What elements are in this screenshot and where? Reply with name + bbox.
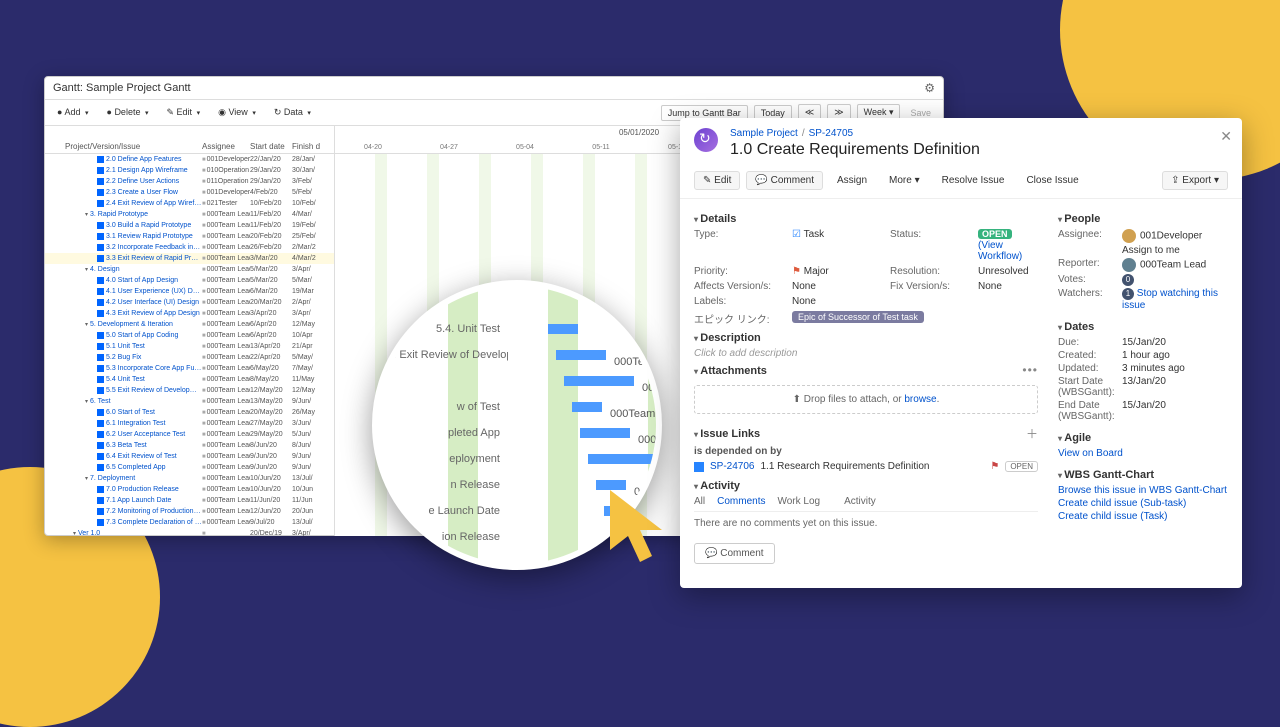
tree-row[interactable]: 6.1 Integration Test000Team Lead27/May/2…	[45, 418, 334, 429]
tree-row[interactable]: 6.4 Exit Review of Test000Team Lead9/Jun…	[45, 451, 334, 462]
wbs-link-1[interactable]: Browse this issue in WBS Gantt-Chart	[1058, 485, 1228, 496]
tree-row[interactable]: ▾Ver 1.020/Dec/193/Apr/	[45, 528, 334, 536]
tree-row[interactable]: 4.2 User Interface (UI) Design000Team Le…	[45, 297, 334, 308]
tree-row[interactable]: 7.3 Complete Declaration of Releas000Tea…	[45, 517, 334, 528]
tree-row[interactable]: ▾5. Development & Iteration000Team Lead6…	[45, 319, 334, 330]
gear-icon[interactable]: ⚙	[924, 81, 935, 95]
add-comment-button[interactable]: 💬 Comment	[694, 543, 775, 564]
wbs-heading[interactable]: WBS Gantt-Chart	[1058, 469, 1228, 481]
tree-row[interactable]: 2.2 Define User Actions011Operation29/Ja…	[45, 176, 334, 187]
tab-activity[interactable]: Activity	[844, 496, 876, 507]
gantt-issue-tree: Project/Version/Issue Assignee Start dat…	[45, 126, 335, 536]
tree-row[interactable]: 5.5 Exit Review of Development & I000Tea…	[45, 385, 334, 396]
add-button[interactable]: ● Add	[53, 105, 93, 120]
tree-row[interactable]: 6.5 Completed App000Team Lead9/Jun/209/J…	[45, 462, 334, 473]
stop-watching[interactable]: Stop watching this issue	[1122, 288, 1218, 311]
tree-row[interactable]: 2.0 Define App Features001Developer22/Ja…	[45, 154, 334, 165]
tree-row[interactable]: 5.3 Incorporate Core App Functiona000Tea…	[45, 363, 334, 374]
avatar-icon	[1122, 258, 1136, 272]
edit-button[interactable]: ✎ Edit	[694, 171, 740, 190]
project-avatar-icon	[694, 128, 718, 152]
tree-row[interactable]: 4.1 User Experience (UX) Design000Team L…	[45, 286, 334, 297]
tree-row[interactable]: 6.0 Start of Test000Team Lead20/May/2026…	[45, 407, 334, 418]
tree-row[interactable]: 4.0 Start of App Design000Team Lead5/Mar…	[45, 275, 334, 286]
assign-button[interactable]: Assign	[829, 172, 875, 189]
data-button[interactable]: ↻ Data	[270, 105, 315, 120]
linked-issue-row[interactable]: SP-24706 1.1 Research Requirements Defin…	[694, 459, 1038, 474]
tree-row[interactable]: ▾4. Design000Team Lead5/Mar/203/Apr/	[45, 264, 334, 275]
tree-row[interactable]: 7.1 App Launch Date000Team Lead11/Jun/20…	[45, 495, 334, 506]
avatar-icon	[1122, 229, 1136, 243]
tree-row[interactable]: 2.4 Exit Review of App Wireframe021Teste…	[45, 198, 334, 209]
tree-row[interactable]: 7.0 Production Release000Team Lead10/Jun…	[45, 484, 334, 495]
agile-heading[interactable]: Agile	[1058, 432, 1228, 444]
dots-icon[interactable]: •••	[1022, 363, 1038, 377]
tree-row[interactable]: 4.3 Exit Review of App Design000Team Lea…	[45, 308, 334, 319]
edit-button[interactable]: ✎ Edit	[162, 105, 204, 120]
description-placeholder[interactable]: Click to add description	[694, 348, 1038, 359]
task-icon	[694, 462, 704, 472]
tree-row[interactable]: 2.3 Create a User Flow001Developer4/Feb/…	[45, 187, 334, 198]
gantt-title: Gantt: Sample Project Gantt	[53, 82, 191, 94]
tree-row[interactable]: 3.0 Build a Rapid Prototype000Team Lead1…	[45, 220, 334, 231]
tree-row[interactable]: 5.1 Unit Test000Team Lead13/Apr/2021/Apr	[45, 341, 334, 352]
tree-row[interactable]: 3.1 Review Rapid Prototype000Team Lead20…	[45, 231, 334, 242]
delete-button[interactable]: ● Delete	[103, 105, 153, 120]
attachments-heading[interactable]: Attachments	[694, 365, 767, 377]
tree-row[interactable]: 6.3 Beta Test000Team Lead8/Jun/208/Jun/	[45, 440, 334, 451]
resolve-button[interactable]: Resolve Issue	[934, 172, 1013, 189]
dates-heading[interactable]: Dates	[1058, 321, 1228, 333]
activity-heading[interactable]: Activity	[694, 480, 1038, 492]
col-issue[interactable]: Project/Version/Issue	[45, 142, 202, 151]
details-heading[interactable]: Details	[694, 213, 1038, 225]
issue-title: 1.0 Create Requirements Definition	[730, 141, 980, 159]
tree-row[interactable]: 3.2 Incorporate Feedback into Rapi...000…	[45, 242, 334, 253]
export-button[interactable]: ⇪ Export ▾	[1162, 171, 1228, 190]
attachments-dropzone[interactable]: ⬆ Drop files to attach, or browse.	[694, 385, 1038, 414]
detail-toolbar: ✎ Edit 💬 Comment Assign More ▾ Resolve I…	[680, 167, 1242, 199]
tree-row[interactable]: ▾3. Rapid Prototype000Team Lead11/Feb/20…	[45, 209, 334, 220]
people-heading[interactable]: People	[1058, 213, 1228, 225]
col-assignee[interactable]: Assignee	[202, 142, 250, 151]
tree-row[interactable]: ▾6. Test000Team Lead13/May/209/Jun/	[45, 396, 334, 407]
assign-to-me[interactable]: Assign to me	[1122, 245, 1228, 256]
tree-row[interactable]: 5.0 Start of App Coding000Team Lead6/Apr…	[45, 330, 334, 341]
more-button[interactable]: More ▾	[881, 172, 928, 189]
gantt-titlebar: Gantt: Sample Project Gantt ⚙	[45, 77, 943, 100]
close-issue-button[interactable]: Close Issue	[1018, 172, 1086, 189]
wbs-link-2[interactable]: Create child issue (Sub-task)	[1058, 498, 1228, 509]
tree-row[interactable]: 6.2 User Acceptance Test000Team Lead29/M…	[45, 429, 334, 440]
wbs-link-3[interactable]: Create child issue (Task)	[1058, 511, 1228, 522]
tree-row[interactable]: 5.4 Unit Test000Team Lead8/May/2011/May	[45, 374, 334, 385]
col-start[interactable]: Start date	[250, 142, 292, 151]
activity-empty: There are no comments yet on this issue.	[694, 512, 1038, 535]
flag-icon: ⚑	[990, 461, 999, 472]
tab-all[interactable]: All	[694, 496, 705, 507]
activity-tabs: All Comments Work Log Activity	[694, 496, 1038, 512]
plus-icon[interactable]: ＋	[1026, 425, 1038, 442]
tab-worklog[interactable]: Work Log	[777, 496, 820, 507]
view-on-board[interactable]: View on Board	[1058, 448, 1228, 459]
timeline-month: 05/01/2020	[619, 128, 659, 137]
issue-links-heading[interactable]: Issue Links	[694, 428, 760, 440]
tree-row[interactable]: 3.3 Exit Review of Rapid Prototype000Tea…	[45, 253, 334, 264]
tree-row[interactable]: 7.2 Monitoring of Production Release000T…	[45, 506, 334, 517]
description-heading[interactable]: Description	[694, 332, 1038, 344]
col-finish[interactable]: Finish d	[292, 142, 334, 151]
view-button[interactable]: ◉ View	[214, 105, 260, 120]
tree-row[interactable]: 2.1 Design App Wireframe010Operation29/J…	[45, 165, 334, 176]
tab-comments[interactable]: Comments	[717, 496, 765, 507]
breadcrumb[interactable]: Sample Project/SP-24705	[730, 128, 980, 139]
tree-row[interactable]: 5.2 Bug Fix000Team Lead22/Apr/205/May/	[45, 352, 334, 363]
comment-button[interactable]: 💬 Comment	[746, 171, 823, 190]
issue-detail-panel: ✕ Sample Project/SP-24705 1.0 Create Req…	[680, 118, 1242, 588]
tree-row[interactable]: ▾7. Deployment000Team Lead10/Jun/2013/Ju…	[45, 473, 334, 484]
